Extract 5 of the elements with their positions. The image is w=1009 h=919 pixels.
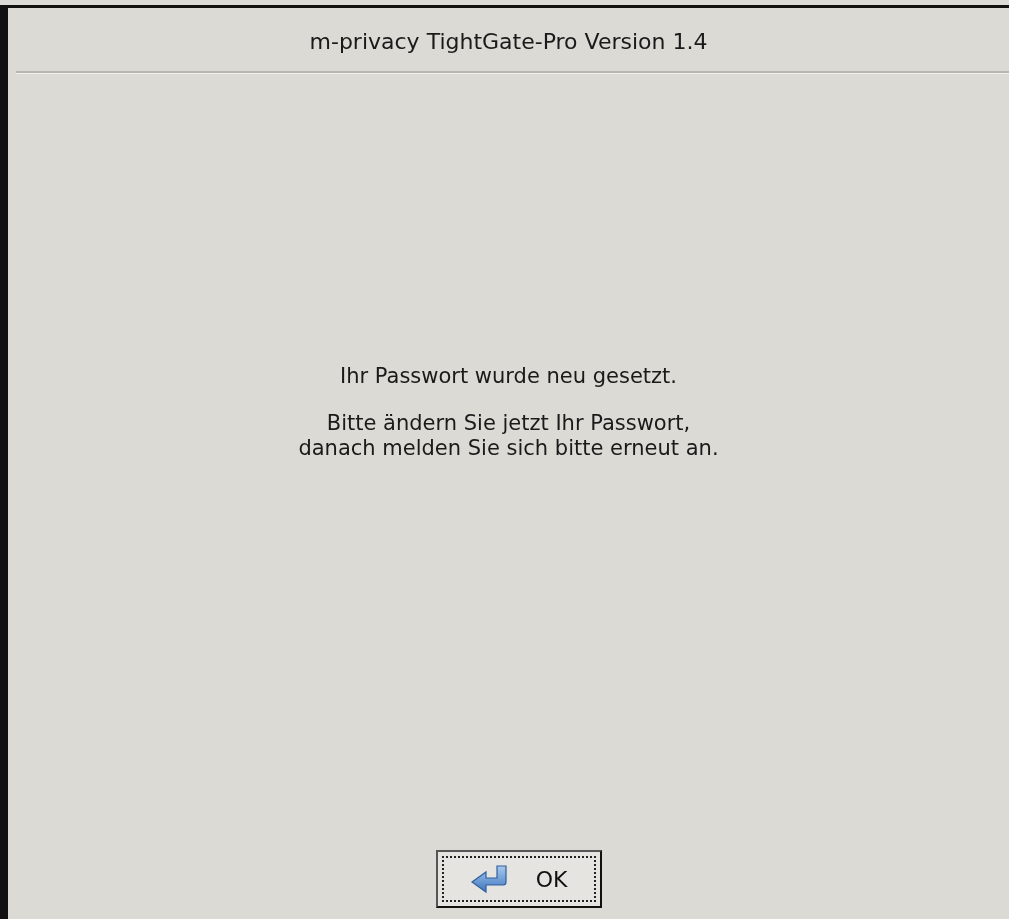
ok-button[interactable]: OK [435,850,602,908]
window-title: m-privacy TightGate-Pro Version 1.4 [308,28,709,56]
message-text: Bitte ändern Sie jetzt Ihr Passwort, danach melden Sie sich bitte erneut an. [298,411,719,462]
message-text: Ihr Passwort wurde neu gesetzt. [340,364,677,390]
return-arrow-icon [469,864,510,894]
